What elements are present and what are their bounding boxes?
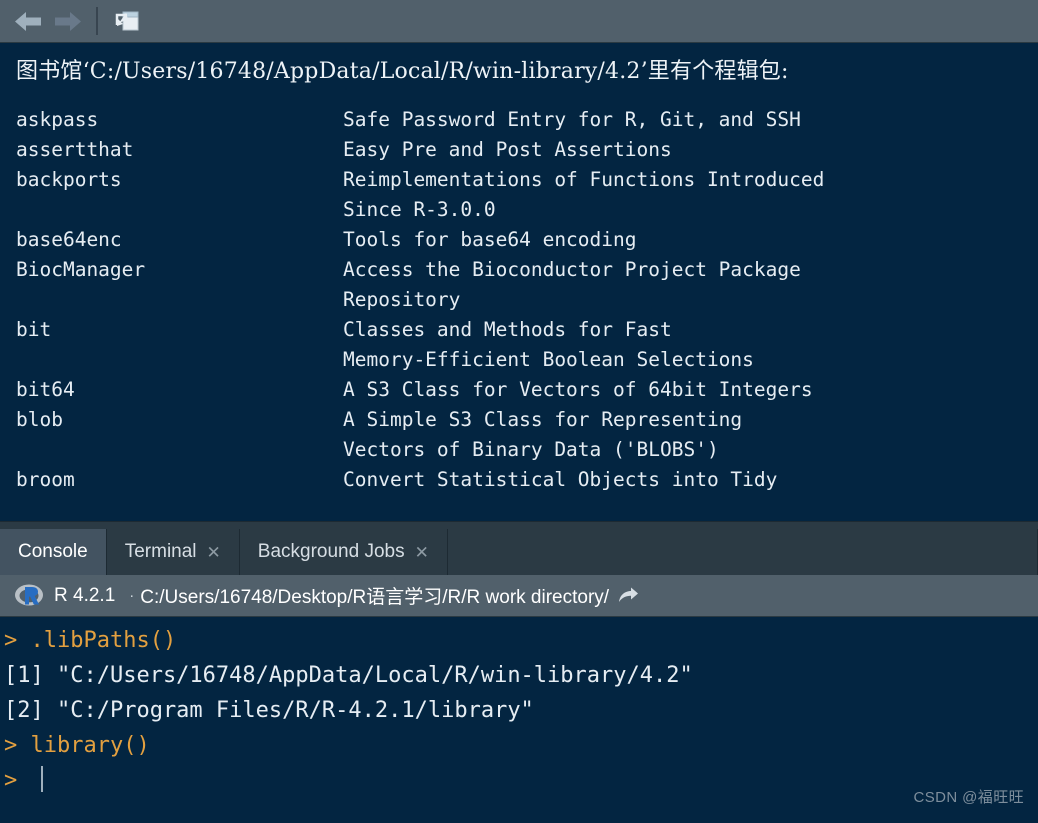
package-row: broom Convert Statistical Objects into Ti… — [0, 465, 1038, 495]
console-line: > library() — [4, 728, 1038, 763]
console-command-text: .libPaths() — [30, 628, 177, 653]
console-line: [1] "C:/Users/16748/AppData/Local/R/win-… — [4, 658, 1038, 693]
console-prompt: > — [4, 768, 31, 793]
arrow-left-icon — [15, 11, 41, 31]
package-description: Convert Statistical Objects into Tidy — [343, 468, 778, 491]
console-caret — [40, 766, 43, 792]
package-row: backports Reimplementations of Functions … — [0, 165, 1038, 225]
console-tabbar: Console Terminal ✕ Background Jobs ✕ — [0, 521, 1038, 575]
console-command-text: library() — [30, 733, 150, 758]
package-description: Reimplementations of Functions Introduce… — [343, 168, 825, 221]
library-viewer-pane: 图书馆‘C:/Users/16748/AppData/Local/R/win-l… — [0, 43, 1038, 521]
tab-console[interactable]: Console — [0, 529, 107, 575]
watermark: CSDN @福旺旺 — [913, 789, 1024, 806]
console-prompt: > — [4, 628, 31, 653]
package-row: bit64 A S3 Class for Vectors of 64bit Int… — [0, 375, 1038, 405]
go-to-directory-button[interactable] — [617, 586, 639, 606]
navigation-arrows — [8, 9, 84, 33]
tab-console-label: Console — [18, 541, 88, 562]
go-to-directory-icon — [619, 587, 639, 602]
package-row: assertthat Easy Pre and Post Assertions — [0, 135, 1038, 165]
rstudio-window: 图书馆‘C:/Users/16748/AppData/Local/R/win-l… — [0, 0, 1038, 823]
package-description: A Simple S3 Class for Representing Vecto… — [343, 408, 743, 461]
package-row: bit Classes and Methods for Fast Memory-E… — [0, 315, 1038, 375]
package-row: askpass Safe Password Entry for R, Git, a… — [0, 105, 1038, 135]
console-output[interactable]: > .libPaths() [1] "C:/Users/16748/AppData… — [0, 617, 1038, 823]
console-lines: > .libPaths() [1] "C:/Users/16748/AppData… — [4, 623, 1038, 798]
show-in-new-window-icon — [115, 11, 139, 31]
show-in-new-window-button[interactable] — [112, 6, 144, 36]
toolbar-separator — [96, 7, 98, 35]
package-name[interactable]: bit64 — [0, 375, 343, 405]
tabbar-filler — [448, 529, 1038, 575]
statusbar-separator: · — [129, 587, 135, 604]
package-row: BiocManager Access the Bioconductor Proje… — [0, 255, 1038, 315]
package-name[interactable]: bit — [0, 315, 343, 375]
console-result-text: [2] "C:/Program Files/R/R-4.2.1/library" — [4, 698, 534, 723]
package-list-table: askpass Safe Password Entry for R, Git, a… — [0, 105, 1038, 495]
package-name[interactable]: assertthat — [0, 135, 343, 165]
console-result-text: [1] "C:/Users/16748/AppData/Local/R/win-… — [4, 663, 693, 688]
close-icon[interactable]: ✕ — [207, 544, 221, 561]
forward-button[interactable] — [50, 9, 84, 33]
back-button[interactable] — [12, 9, 46, 33]
close-icon[interactable]: ✕ — [415, 544, 429, 561]
package-list-body: askpass Safe Password Entry for R, Git, a… — [0, 105, 1038, 495]
arrow-right-icon — [55, 11, 81, 31]
tab-background-jobs[interactable]: Background Jobs ✕ — [240, 529, 448, 575]
console-prompt: > — [4, 733, 31, 758]
package-description: Access the Bioconductor Project Package … — [343, 258, 801, 311]
tab-background-jobs-label: Background Jobs — [257, 541, 405, 562]
console-line: > — [4, 763, 1038, 798]
package-name[interactable]: broom — [0, 465, 343, 495]
working-directory-label[interactable]: C:/Users/16748/Desktop/R语言学习/R/R work di… — [140, 582, 609, 609]
package-description: Classes and Methods for Fast Memory-Effi… — [343, 318, 754, 371]
package-name[interactable]: backports — [0, 165, 343, 225]
package-row: blob A Simple S3 Class for Representing V… — [0, 405, 1038, 465]
package-description: Tools for base64 encoding — [343, 228, 637, 251]
console-statusbar: R 4.2.1 · C:/Users/16748/Desktop/R语言学习/R… — [0, 575, 1038, 617]
tab-terminal[interactable]: Terminal ✕ — [107, 529, 240, 575]
package-name[interactable]: BiocManager — [0, 255, 343, 315]
package-description: Easy Pre and Post Assertions — [343, 138, 672, 161]
package-name[interactable]: base64enc — [0, 225, 343, 255]
tab-terminal-label: Terminal — [124, 541, 197, 562]
package-name[interactable]: blob — [0, 405, 343, 465]
library-title: 图书馆‘C:/Users/16748/AppData/Local/R/win-l… — [16, 59, 789, 84]
console-line: > .libPaths() — [4, 623, 1038, 658]
package-row: base64enc Tools for base64 encoding — [0, 225, 1038, 255]
package-name[interactable]: askpass — [0, 105, 343, 135]
r-logo-icon — [14, 583, 44, 609]
console-line: [2] "C:/Program Files/R/R-4.2.1/library" — [4, 693, 1038, 728]
package-description: A S3 Class for Vectors of 64bit Integers — [343, 378, 813, 401]
help-viewer-toolbar — [0, 0, 1038, 43]
r-version-label: R 4.2.1 — [54, 584, 116, 606]
package-description: Safe Password Entry for R, Git, and SSH — [343, 108, 801, 131]
